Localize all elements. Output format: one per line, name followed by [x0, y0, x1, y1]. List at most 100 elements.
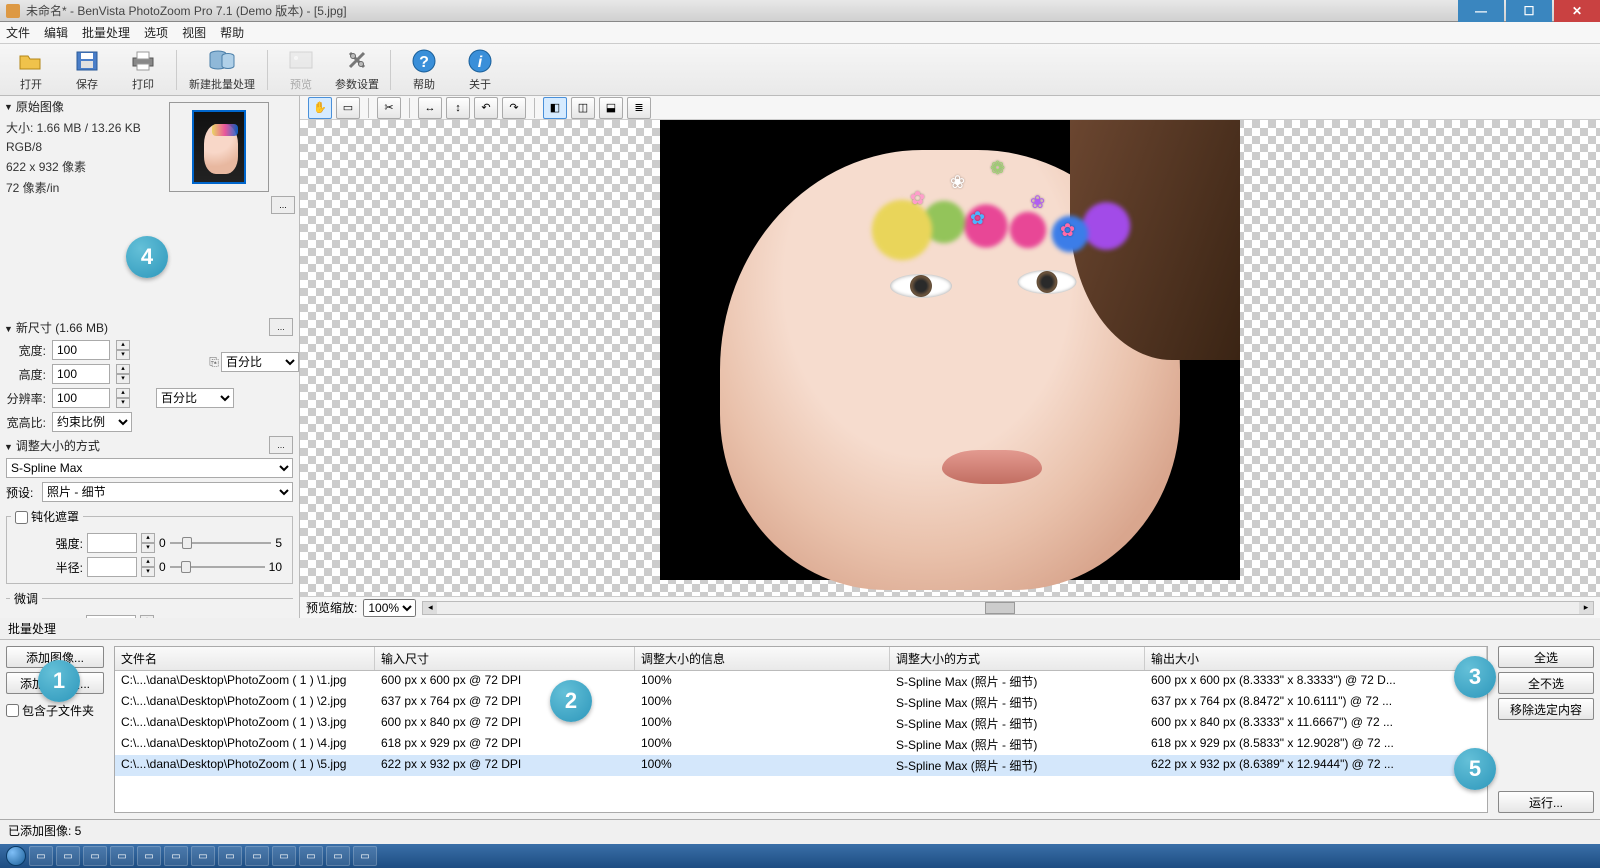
radius-slider[interactable]	[170, 559, 265, 575]
crop-tool[interactable]: ✂	[377, 97, 401, 119]
preset-select[interactable]: 照片 - 细节	[42, 482, 293, 502]
sharpen-slider[interactable]	[169, 617, 259, 618]
new-size-header[interactable]: ▼新尺寸 (1.66 MB) ...	[0, 316, 299, 338]
sharpen-spinner[interactable]: ▴▾	[140, 615, 154, 618]
include-sub-checkbox[interactable]: 包含子文件夹	[6, 702, 104, 719]
radius-input[interactable]	[87, 557, 137, 577]
res-unit-select[interactable]: 百分比	[156, 388, 234, 408]
strength-input[interactable]	[87, 533, 137, 553]
size-unit-select[interactable]: 百分比	[221, 352, 299, 372]
radius-spinner[interactable]: ▴▾	[141, 557, 155, 577]
print-button[interactable]: 打印	[118, 48, 168, 92]
rotate-cw-tool[interactable]: ↷	[502, 97, 526, 119]
content-area: ▼原始图像 大小: 1.66 MB / 13.26 KB RGB/8 622 x…	[0, 96, 1600, 618]
sharpen-input[interactable]	[86, 615, 136, 618]
open-button[interactable]: 打开	[6, 48, 56, 92]
unsharp-checkbox[interactable]: 钝化遮罩	[15, 510, 79, 524]
taskbar-item[interactable]: ▭	[56, 846, 80, 866]
width-input[interactable]	[52, 340, 110, 360]
resolution-input[interactable]	[52, 388, 110, 408]
col-input-size[interactable]: 输入尺寸	[375, 647, 635, 670]
canvas[interactable]: ✿ ❀ ❁ ✿ ❀ ✿	[300, 120, 1600, 596]
res-spinner[interactable]: ▴▾	[116, 388, 130, 408]
select-all-button[interactable]: 全选	[1498, 646, 1594, 668]
link-icon[interactable]: ⎘	[207, 347, 221, 377]
taskbar-item[interactable]: ▭	[29, 846, 53, 866]
save-button[interactable]: 保存	[62, 48, 112, 92]
taskbar-item[interactable]: ▭	[83, 846, 107, 866]
fine-legend: 微调	[10, 590, 42, 607]
batch-right-controls: 全选 全不选 移除选定内容 运行...	[1492, 640, 1600, 819]
hand-tool[interactable]: ✋	[308, 97, 332, 119]
marquee-tool[interactable]: ▭	[336, 97, 360, 119]
flip-h-tool[interactable]: ↔	[418, 97, 442, 119]
help-button[interactable]: ? 帮助	[399, 48, 449, 92]
strength-slider[interactable]	[170, 535, 272, 551]
taskbar-item[interactable]: ▭	[272, 846, 296, 866]
settings-icon	[343, 48, 371, 74]
width-spinner[interactable]: ▴▾	[116, 340, 130, 360]
original-more-button[interactable]: ...	[271, 196, 295, 214]
table-row[interactable]: C:\...\dana\Desktop\PhotoZoom ( 1 ) \1.j…	[115, 671, 1487, 692]
table-row[interactable]: C:\...\dana\Desktop\PhotoZoom ( 1 ) \2.j…	[115, 692, 1487, 713]
strength-label: 强度:	[17, 535, 83, 552]
menu-view[interactable]: 视图	[182, 24, 206, 41]
callout-4: 4	[126, 236, 168, 278]
menu-edit[interactable]: 编辑	[44, 24, 68, 41]
h-scrollbar[interactable]: ◂▸	[422, 601, 1594, 615]
table-row[interactable]: C:\...\dana\Desktop\PhotoZoom ( 1 ) \5.j…	[115, 755, 1487, 776]
col-output-size[interactable]: 输出大小	[1145, 647, 1487, 670]
resolution-label: 分辨率:	[6, 390, 46, 407]
new-size-more-button[interactable]: ...	[269, 318, 293, 336]
layout-single[interactable]: ◧	[543, 97, 567, 119]
taskbar-item[interactable]: ▭	[299, 846, 323, 866]
table-row[interactable]: C:\...\dana\Desktop\PhotoZoom ( 1 ) \3.j…	[115, 713, 1487, 734]
remove-selected-button[interactable]: 移除选定内容	[1498, 698, 1594, 720]
menu-file[interactable]: 文件	[6, 24, 30, 41]
thumbnail[interactable]	[169, 102, 269, 192]
close-button[interactable]: ✕	[1554, 0, 1600, 22]
taskbar-item[interactable]: ▭	[191, 846, 215, 866]
zoom-select[interactable]: 100%	[363, 599, 416, 617]
col-resize-method[interactable]: 调整大小的方式	[890, 647, 1145, 670]
batch-header: 批量处理	[0, 618, 1600, 639]
minimize-button[interactable]: —	[1458, 0, 1504, 22]
resize-method-header[interactable]: ▼调整大小的方式 ...	[0, 434, 299, 456]
info-icon: i	[466, 48, 494, 74]
taskbar-item[interactable]: ▭	[164, 846, 188, 866]
rotate-ccw-tool[interactable]: ↶	[474, 97, 498, 119]
about-button[interactable]: i 关于	[455, 48, 505, 92]
taskbar-item[interactable]: ▭	[137, 846, 161, 866]
preview-button[interactable]: 预览	[276, 48, 326, 92]
taskbar-item[interactable]: ▭	[110, 846, 134, 866]
select-none-button[interactable]: 全不选	[1498, 672, 1594, 694]
params-button[interactable]: 参数设置	[332, 48, 382, 92]
run-button[interactable]: 运行...	[1498, 791, 1594, 813]
new-batch-button[interactable]: 新建批量处理	[185, 48, 259, 92]
flip-v-tool[interactable]: ↕	[446, 97, 470, 119]
taskbar-item[interactable]: ▭	[326, 846, 350, 866]
layout-list[interactable]: ≣	[627, 97, 651, 119]
taskbar-item[interactable]: ▭	[218, 846, 242, 866]
menu-help[interactable]: 帮助	[220, 24, 244, 41]
start-button[interactable]	[6, 846, 26, 866]
database-icon	[208, 48, 236, 74]
height-input[interactable]	[52, 364, 110, 384]
menu-options[interactable]: 选项	[144, 24, 168, 41]
layout-split-h[interactable]: ⬓	[599, 97, 623, 119]
height-spinner[interactable]: ▴▾	[116, 364, 130, 384]
strength-spinner[interactable]: ▴▾	[141, 533, 155, 553]
taskbar-item[interactable]: ▭	[353, 846, 377, 866]
aspect-select[interactable]: 约束比例	[52, 412, 132, 432]
maximize-button[interactable]: ☐	[1506, 0, 1552, 22]
col-resize-info[interactable]: 调整大小的信息	[635, 647, 890, 670]
taskbar: ▭ ▭ ▭ ▭ ▭ ▭ ▭ ▭ ▭ ▭ ▭ ▭ ▭	[0, 844, 1600, 868]
col-filename[interactable]: 文件名	[115, 647, 375, 670]
taskbar-item[interactable]: ▭	[245, 846, 269, 866]
table-row[interactable]: C:\...\dana\Desktop\PhotoZoom ( 1 ) \4.j…	[115, 734, 1487, 755]
layout-split-v[interactable]: ◫	[571, 97, 595, 119]
method-select[interactable]: S-Spline Max	[6, 458, 293, 478]
folder-open-icon	[17, 48, 45, 74]
method-more-button[interactable]: ...	[269, 436, 293, 454]
menu-batch[interactable]: 批量处理	[82, 24, 130, 41]
